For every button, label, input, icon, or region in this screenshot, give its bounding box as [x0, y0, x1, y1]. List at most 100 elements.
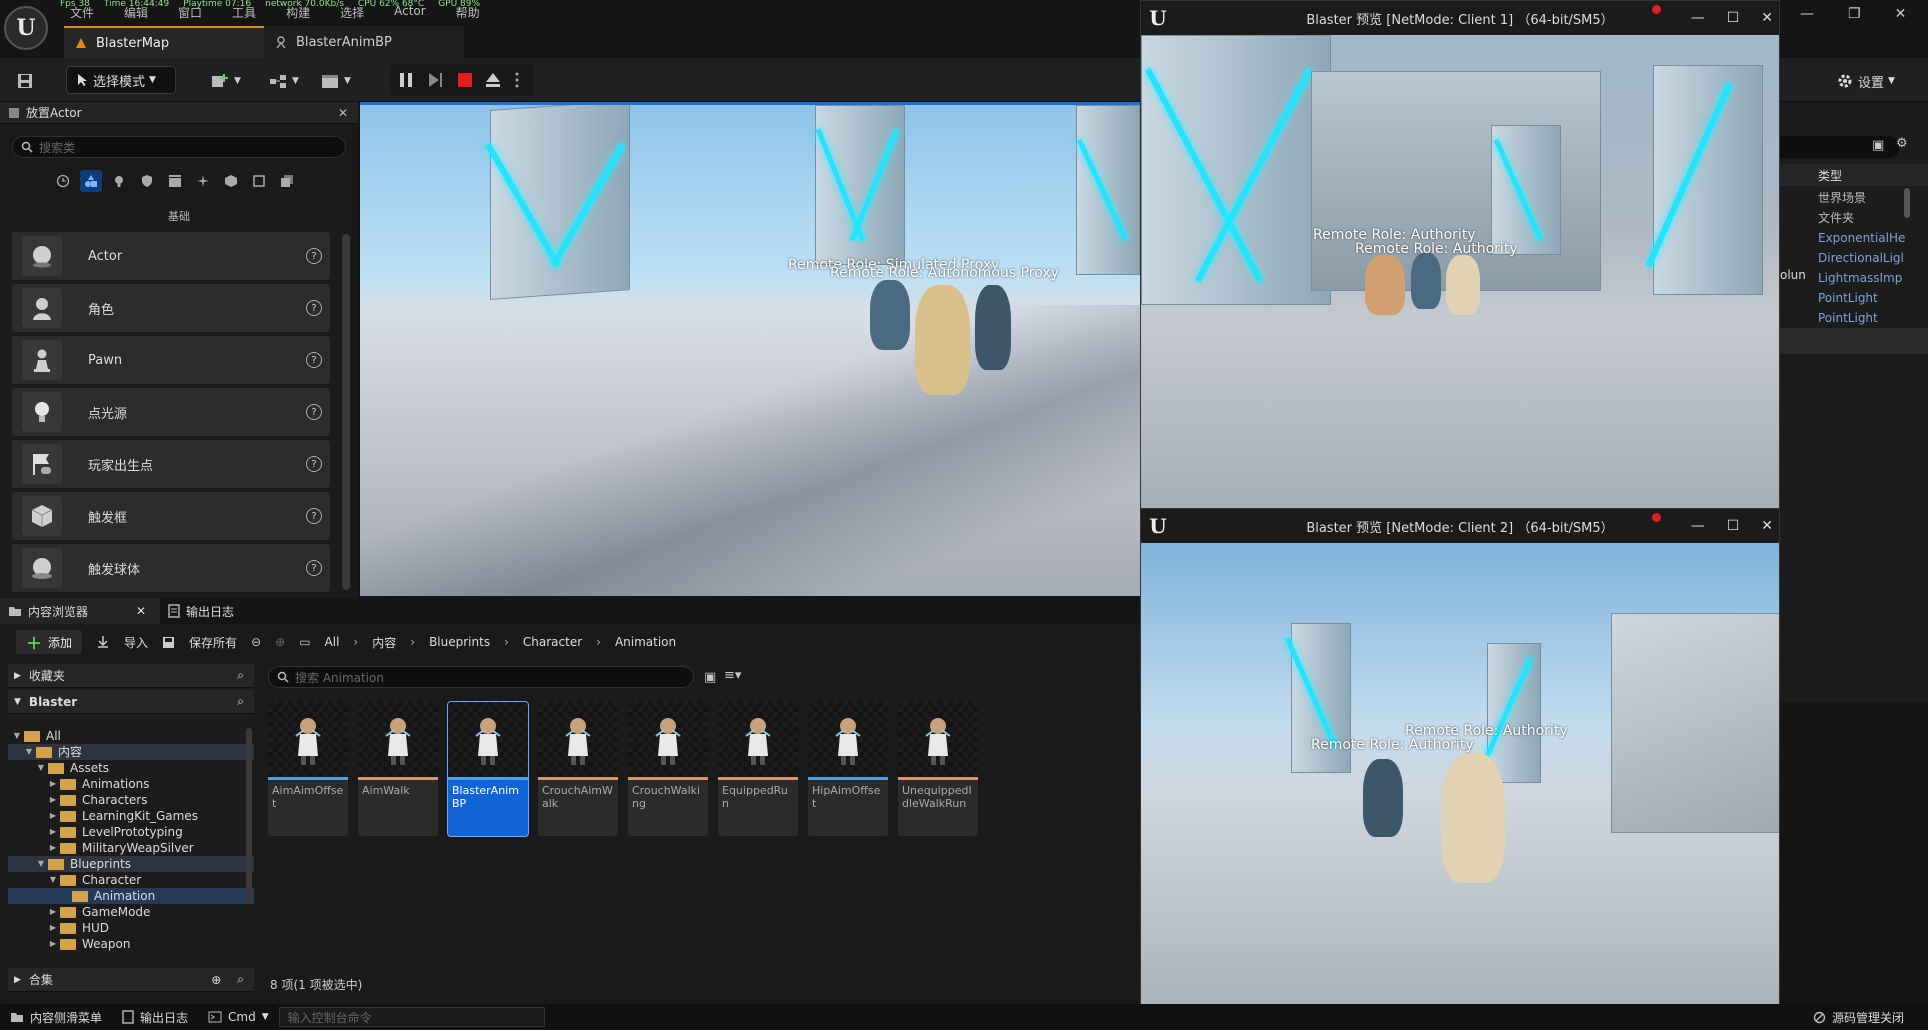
client-1-titlebar[interactable]: U Blaster 预览 [NetMode: Client 1] （64-bit…: [1141, 1, 1779, 35]
cinematics-button[interactable]: ▼: [320, 68, 351, 94]
cinematic-category[interactable]: [164, 170, 186, 192]
chevron-down-icon[interactable]: ▼: [36, 856, 46, 872]
outliner-row[interactable]: ExponentialHe: [1780, 228, 1928, 248]
menu-item[interactable]: 构建: [286, 4, 310, 20]
actor-search-input[interactable]: 搜索类: [12, 136, 346, 158]
actor-item-trigger-sphere[interactable]: 触发球体 ?: [12, 544, 330, 592]
step-frame-button[interactable]: [426, 67, 444, 93]
menu-item[interactable]: Actor: [394, 4, 426, 18]
visual-effects-category[interactable]: [192, 170, 214, 192]
asset-tile[interactable]: CrouchWalking: [628, 702, 708, 836]
chevron-right-icon[interactable]: ▶: [48, 824, 58, 840]
tree-folder[interactable]: ▼ All: [8, 728, 254, 744]
type-column-header[interactable]: 类型: [1818, 167, 1842, 184]
chevron-right-icon[interactable]: ▶: [48, 840, 58, 856]
actor-item-actor[interactable]: Actor ?: [12, 232, 330, 280]
close-button[interactable]: ✕: [1761, 518, 1773, 534]
menu-item[interactable]: 工具: [232, 4, 256, 20]
help-icon[interactable]: ?: [306, 508, 322, 524]
tree-folder[interactable]: ▶Animation: [8, 888, 254, 904]
favorites-section[interactable]: ▶ 收藏夹 ⌕: [8, 664, 254, 688]
tree-folder[interactable]: ▶ Weapon: [8, 936, 254, 952]
eject-button[interactable]: [484, 67, 502, 93]
client-1-window[interactable]: U Blaster 预览 [NetMode: Client 1] （64-bit…: [1140, 0, 1780, 510]
chevron-right-icon[interactable]: ▶: [48, 920, 58, 936]
console-command-input[interactable]: 输入控制台命令: [278, 1007, 545, 1027]
play-options-button[interactable]: [514, 67, 520, 93]
basic-category[interactable]: [80, 170, 102, 192]
actor-item-trigger-box[interactable]: 触发框 ?: [12, 492, 330, 540]
asset-tile[interactable]: CrouchAimWalk: [538, 702, 618, 836]
breadcrumb-item[interactable]: 内容: [372, 634, 396, 651]
collections-section[interactable]: ▶ 合集 ⊕ ⌕: [8, 968, 254, 992]
output-log-button[interactable]: 输出日志: [112, 1004, 198, 1030]
tree-folder[interactable]: ▶ LearningKit_Games: [8, 808, 254, 824]
tree-folder[interactable]: ▼ 内容: [8, 744, 254, 760]
folder-icon[interactable]: ▭: [299, 635, 310, 649]
recent-category[interactable]: [52, 170, 74, 192]
minimize-button[interactable]: —: [1691, 10, 1705, 26]
chevron-down-icon[interactable]: ▼: [36, 760, 46, 776]
filter-icon[interactable]: ≡▾: [724, 668, 741, 683]
cmd-dropdown[interactable]: Cmd ▼: [198, 1004, 279, 1030]
client-1-viewport[interactable]: Remote Role: Authority Remote Role: Auth…: [1141, 35, 1779, 509]
outliner-scrollbar[interactable]: [1904, 188, 1910, 218]
breadcrumb-item[interactable]: Animation: [615, 635, 676, 649]
asset-tile[interactable]: AimAimOffset: [268, 702, 348, 836]
menu-item[interactable]: 文件: [70, 4, 94, 20]
add-button[interactable]: ＋ 添加: [16, 630, 83, 654]
stop-button[interactable]: [456, 67, 474, 93]
add-collection-icon[interactable]: ⊕: [211, 973, 221, 987]
outliner-row[interactable]: PointLight: [1780, 308, 1928, 328]
tab-blasteranimbp[interactable]: BlasterAnimBP: [264, 26, 464, 58]
client-2-viewport[interactable]: Remote Role: Authority Remote Role: Auth…: [1141, 543, 1779, 1023]
actor-list-scrollbar[interactable]: [342, 234, 350, 590]
add-folder-icon[interactable]: ▣: [1872, 138, 1884, 153]
maximize-button[interactable]: ☐: [1727, 10, 1740, 26]
help-icon[interactable]: ?: [306, 248, 322, 264]
chevron-right-icon[interactable]: ▶: [48, 808, 58, 824]
menu-item[interactable]: 选择: [340, 4, 364, 20]
tree-folder[interactable]: ▶ GameMode: [8, 904, 254, 920]
help-icon[interactable]: ?: [306, 456, 322, 472]
client-2-titlebar[interactable]: U Blaster 预览 [NetMode: Client 2] （64-bit…: [1141, 509, 1779, 543]
project-section[interactable]: ▼ Blaster ⌕: [8, 690, 254, 714]
geometry-category[interactable]: [220, 170, 242, 192]
actor-item-pawn[interactable]: Pawn ?: [12, 336, 330, 384]
actor-item-character[interactable]: 角色 ?: [12, 284, 330, 332]
tree-folder[interactable]: ▼ Character: [8, 872, 254, 888]
help-icon[interactable]: ?: [306, 300, 322, 316]
tab-output-log[interactable]: 输出日志: [160, 598, 248, 624]
menu-item[interactable]: 帮助: [456, 4, 480, 20]
tree-folder[interactable]: ▼ Blueprints: [8, 856, 254, 872]
asset-tile[interactable]: UnequippedIdleWalkRun: [898, 702, 978, 836]
search-icon[interactable]: ⌕: [237, 694, 244, 709]
minimize-button[interactable]: —: [1691, 518, 1705, 534]
help-icon[interactable]: ?: [306, 352, 322, 368]
asset-tile[interactable]: BlasterAnimBP: [447, 701, 529, 837]
tree-folder[interactable]: ▶ Animations: [8, 776, 254, 792]
breadcrumb-item[interactable]: Character: [523, 635, 582, 649]
chevron-right-icon[interactable]: ▶: [48, 776, 58, 792]
chevron-down-icon[interactable]: ▼: [12, 728, 22, 744]
history-back-icon[interactable]: ⊖: [251, 635, 261, 649]
asset-search-input[interactable]: 搜索 Animation: [268, 666, 694, 688]
client-2-window[interactable]: U Blaster 预览 [NetMode: Client 2] （64-bit…: [1140, 508, 1780, 1024]
search-icon[interactable]: ⌕: [237, 668, 244, 683]
source-control-button[interactable]: 源码管理关闭: [1803, 1004, 1914, 1030]
save-search-icon[interactable]: ▣: [704, 670, 716, 685]
chevron-right-icon[interactable]: ▶: [48, 936, 58, 952]
save-button[interactable]: [16, 68, 34, 94]
history-forward-icon[interactable]: ⊕: [275, 635, 285, 649]
import-button[interactable]: 导入: [96, 634, 148, 651]
add-actor-button[interactable]: ▼: [210, 68, 241, 94]
tab-content-browser[interactable]: 内容浏览器 ✕: [0, 598, 160, 624]
content-drawer-button[interactable]: 内容侧滑菜单: [0, 1004, 112, 1030]
gear-icon[interactable]: ⚙: [1896, 136, 1908, 151]
unreal-logo[interactable]: U: [4, 6, 48, 50]
menu-item[interactable]: 窗口: [178, 4, 202, 20]
tab-blastermap[interactable]: BlasterMap: [64, 26, 264, 58]
chevron-down-icon[interactable]: ▼: [48, 872, 58, 888]
blueprint-button[interactable]: ▼: [268, 68, 299, 94]
outliner-row[interactable]: DirectionalLigl: [1780, 248, 1928, 268]
